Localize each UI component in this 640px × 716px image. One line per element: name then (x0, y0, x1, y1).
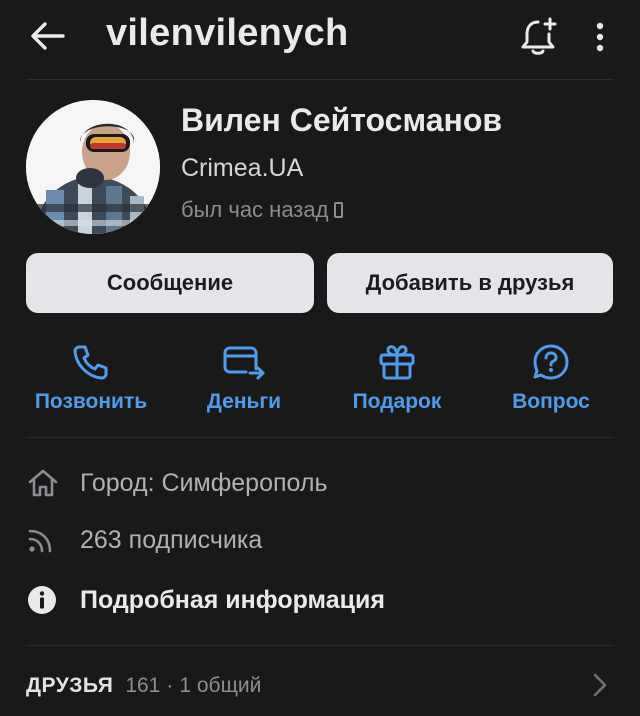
friends-count: 161 (125, 674, 161, 697)
message-button[interactable]: Сообщение (26, 253, 314, 313)
online-status: был час назад (181, 197, 344, 223)
phone-icon (73, 345, 108, 380)
followers-text: 263 подписчика (80, 525, 263, 554)
followers-row[interactable]: 263 подписчика (26, 520, 262, 560)
gift-action[interactable]: Подарок (344, 340, 450, 414)
info-divider (26, 645, 614, 646)
page-title: vilenvilenych (106, 12, 349, 54)
bell-plus-icon (521, 17, 557, 55)
mobile-phone-icon (334, 202, 344, 218)
gift-action-label: Подарок (352, 390, 442, 413)
money-action-label: Деньги (206, 390, 282, 413)
profile-name: Вилен Сейтосманов (181, 102, 503, 138)
question-action[interactable]: Вопрос (506, 340, 596, 414)
call-action[interactable]: Позвонить (28, 340, 154, 414)
friends-separator: · (166, 674, 174, 697)
friends-section-header[interactable]: ДРУЗЬЯ 161 · 1 общий (26, 670, 614, 702)
more-vertical-icon (596, 22, 604, 52)
city-row: Город: Симферополь (26, 463, 328, 503)
money-transfer-icon (223, 346, 265, 380)
rss-followers-icon (28, 529, 52, 553)
question-action-label: Вопрос (512, 390, 590, 413)
profile-screen: vilenvilenych Вилен Сейтосманов Crimea.U… (0, 0, 640, 716)
gift-icon (379, 345, 415, 380)
profile-organization: Crimea.UA (181, 154, 304, 182)
chevron-right-icon (593, 673, 607, 697)
top-bar: vilenvilenych (0, 0, 640, 78)
info-icon (28, 586, 56, 614)
add-friend-button[interactable]: Добавить в друзья (327, 253, 613, 313)
city-text: Город: Симферополь (80, 468, 328, 497)
arrow-left-icon (31, 22, 65, 50)
call-action-label: Позвонить (34, 390, 148, 413)
friends-title: ДРУЗЬЯ (26, 674, 114, 697)
avatar[interactable] (26, 100, 160, 234)
home-icon (28, 469, 58, 497)
question-bubble-icon (533, 344, 569, 380)
details-row[interactable]: Подробная информация (26, 580, 385, 620)
details-text: Подробная информация (80, 585, 385, 614)
actions-divider (26, 437, 614, 438)
more-options-button[interactable] (584, 14, 616, 60)
avatar-photo (26, 100, 160, 234)
header-divider (26, 79, 614, 80)
back-button[interactable] (26, 16, 70, 56)
money-action[interactable]: Деньги (196, 340, 292, 414)
common-friends-count: 1 общий (179, 674, 262, 697)
subscribe-notifications-button[interactable] (514, 14, 562, 60)
online-status-text: был час назад (181, 197, 329, 222)
